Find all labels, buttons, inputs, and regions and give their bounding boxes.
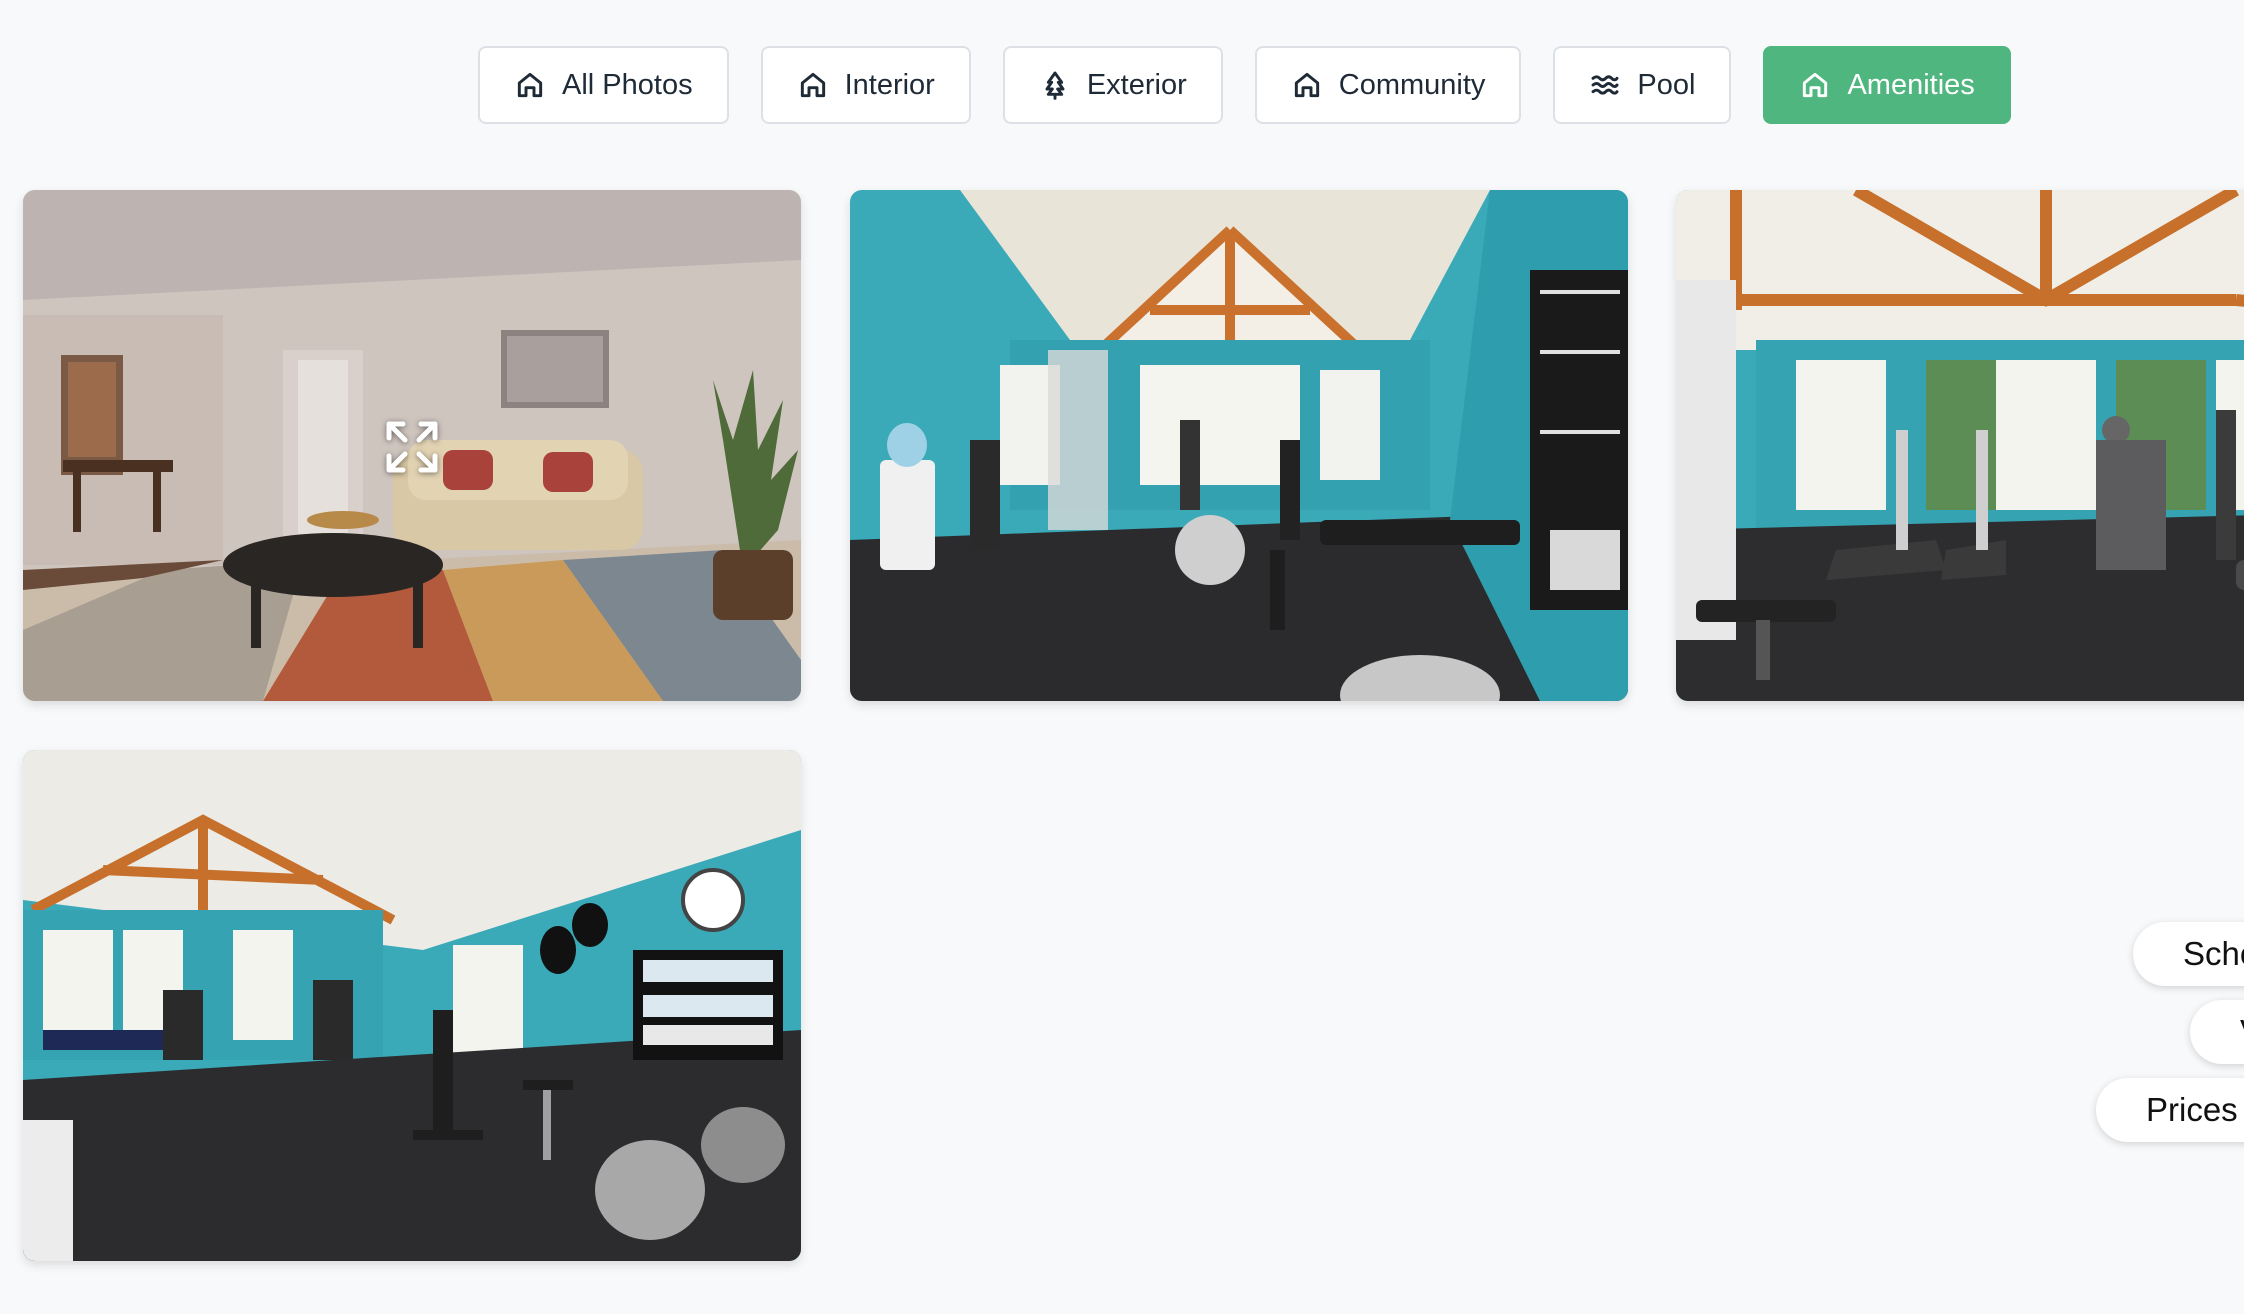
tab-all-photos[interactable]: All Photos [478, 46, 729, 124]
schedule-tour-label: Sche [2183, 935, 2244, 972]
gallery-photo-fitness-center[interactable] [1676, 190, 2244, 701]
fitness-center-image [23, 750, 801, 1261]
tab-community[interactable]: Community [1254, 46, 1522, 124]
schedule-tour-button[interactable]: Sche [2133, 922, 2244, 986]
fitness-center-image [850, 190, 1628, 701]
floating-action-label: V [2240, 1013, 2244, 1051]
home-icon [1799, 69, 1831, 101]
tree-icon [1039, 69, 1071, 101]
gallery-photo-fitness-center[interactable] [850, 190, 1628, 701]
home-icon [797, 69, 829, 101]
tab-label: Pool [1637, 68, 1696, 101]
waves-icon [1589, 69, 1621, 101]
home-icon [514, 69, 546, 101]
tab-label: Interior [844, 68, 935, 101]
prices-button[interactable]: Prices [2096, 1078, 2244, 1142]
tab-interior[interactable]: Interior [760, 46, 971, 124]
photo-gallery-page: All Photos Interior Exterior Community P… [0, 0, 2244, 1314]
tab-exterior[interactable]: Exterior [1002, 46, 1223, 124]
home-icon [1291, 69, 1323, 101]
tab-label: Community [1338, 68, 1486, 101]
fitness-center-image [1676, 190, 2244, 701]
expand-icon[interactable] [383, 418, 441, 476]
tab-label: Amenities [1847, 68, 1975, 101]
tab-label: All Photos [562, 68, 693, 101]
tab-label: Exterior [1086, 68, 1187, 101]
gallery-photo-fitness-center[interactable] [23, 750, 801, 1261]
tab-amenities[interactable]: Amenities [1763, 46, 2011, 124]
gallery-photo-living-room[interactable] [23, 190, 801, 701]
prices-label: Prices [2146, 1091, 2238, 1128]
floating-action-button[interactable]: V [2190, 1000, 2244, 1064]
tab-pool[interactable]: Pool [1553, 46, 1732, 124]
photo-filter-bar: All Photos Interior Exterior Community P… [478, 46, 2011, 124]
